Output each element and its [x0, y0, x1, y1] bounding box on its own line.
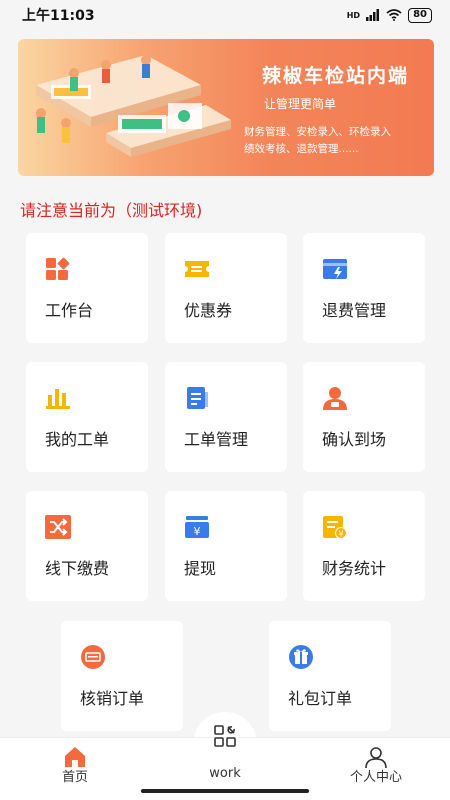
- menu-tile-offline-payment[interactable]: 线下缴费: [26, 491, 148, 601]
- menu-tile-label: 优惠券: [184, 301, 233, 320]
- menu-tile-coupons[interactable]: 优惠券: [165, 233, 287, 343]
- tools-grid-icon: [214, 725, 236, 747]
- status-time: 上午11:03: [22, 8, 95, 24]
- banner-title: 辣椒车检站内端: [262, 65, 410, 87]
- banner-description-line-2: 绩效考核、退款管理......: [244, 143, 359, 155]
- menu-tile-refund-management[interactable]: 退费管理: [303, 233, 425, 343]
- user-check-icon: [323, 387, 347, 410]
- menu-tile-label: 工单管理: [184, 430, 249, 449]
- menu-tile-label: 工作台: [45, 301, 94, 320]
- svg-text:¥: ¥: [338, 530, 343, 539]
- status-bar: 上午11:03 HD 80: [0, 0, 450, 30]
- svg-text:¥: ¥: [194, 525, 201, 538]
- menu-tile-label: 确认到场: [322, 430, 387, 449]
- menu-tile-work-order-management[interactable]: 工单管理: [165, 362, 287, 472]
- shuffle-icon: [45, 515, 71, 539]
- menu-tile-label: 退费管理: [322, 301, 387, 320]
- menu-tile-confirm-arrival[interactable]: 确认到场: [303, 362, 425, 472]
- nav-label-profile: 个人中心: [349, 770, 402, 785]
- nav-item-profile[interactable]: 个人中心: [331, 738, 421, 800]
- signal-icon: [366, 9, 380, 21]
- menu-tile-label: 我的工单: [45, 430, 110, 449]
- nav-label-home: 首页: [61, 770, 88, 785]
- menu-tile-label: 礼包订单: [288, 689, 353, 708]
- nav-item-home[interactable]: 首页: [30, 738, 120, 800]
- refund-icon: [323, 259, 347, 279]
- menu-tile-gift-package-orders[interactable]: 礼包订单: [269, 621, 391, 731]
- bar-chart-icon: [46, 389, 70, 409]
- menu-tile-label: 线下缴费: [45, 559, 110, 578]
- network-label: HD: [346, 10, 361, 20]
- document-icon: [187, 387, 208, 409]
- environment-notice: 请注意当前为（测试环境): [20, 201, 203, 220]
- finance-icon: ¥: [323, 516, 347, 539]
- gift-icon: [289, 645, 313, 669]
- wifi-icon: [386, 9, 402, 21]
- banner-description-line-1: 财务管理、安检录入、环检录入: [244, 126, 391, 138]
- menu-tile-withdraw[interactable]: ¥ 提现: [165, 491, 287, 601]
- promo-banner[interactable]: 辣椒车检站内端 让管理更简单 财务管理、安检录入、环检录入 绩效考核、退款管理.…: [18, 39, 434, 176]
- menu-tile-workbench[interactable]: 工作台: [26, 233, 148, 343]
- menu-tile-verify-orders[interactable]: 核销订单: [61, 621, 183, 731]
- menu-tile-financial-statistics[interactable]: ¥ 财务统计: [303, 491, 425, 601]
- coupon-icon: [185, 261, 209, 277]
- wallet-icon: ¥: [185, 516, 209, 538]
- status-indicators: HD 80: [346, 7, 432, 23]
- banner-illustration: [36, 55, 231, 157]
- verify-stamp-icon: [81, 645, 105, 669]
- menu-tile-label: 财务统计: [322, 559, 387, 578]
- battery-indicator: 80: [408, 7, 432, 23]
- menu-tile-my-work-orders[interactable]: 我的工单: [26, 362, 148, 472]
- menu-tile-label: 核销订单: [80, 689, 145, 708]
- home-indicator: [141, 789, 309, 793]
- nav-label-work: work: [209, 766, 241, 781]
- banner-subtitle: 让管理更简单: [264, 97, 337, 111]
- workbench-icon: [46, 257, 70, 280]
- menu-tile-label: 提现: [184, 559, 217, 578]
